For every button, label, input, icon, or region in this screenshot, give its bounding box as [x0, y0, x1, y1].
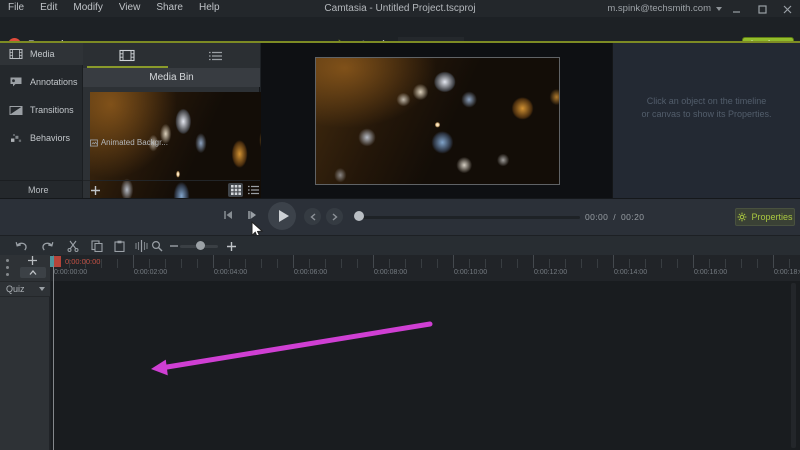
ruler-label: 0:00:08:00: [374, 269, 407, 276]
step-forward-icon: [245, 208, 259, 222]
undo-button[interactable]: [14, 239, 28, 253]
playhead-time-label: 0:00:00:00: [65, 257, 100, 266]
media-panel-footer: [83, 180, 260, 199]
properties-placeholder: Click an object on the timeline or canva…: [613, 95, 800, 121]
canvas-preview[interactable]: [315, 57, 560, 185]
ruler-label: 0:00:12:00: [534, 269, 567, 276]
split-button[interactable]: [134, 239, 148, 253]
split-icon: [135, 240, 148, 252]
top-toolbar: Record 20% Share: [0, 17, 800, 41]
tab-clip-details[interactable]: [172, 43, 261, 68]
ruler-label: 0:00:16:00: [694, 269, 727, 276]
transition-icon: [9, 105, 23, 116]
media-bin-title: Media Bin: [83, 68, 260, 87]
copy-icon: [91, 240, 103, 252]
details-list-icon: [208, 50, 223, 62]
media-bin-panel: Media Bin Animated Backgr...: [83, 43, 260, 198]
list-icon: [248, 185, 259, 195]
playhead-handle[interactable]: [49, 256, 61, 267]
play-icon: [278, 209, 290, 223]
grid-view-button[interactable]: [228, 183, 243, 197]
canvas-area[interactable]: [261, 43, 612, 198]
playhead-line[interactable]: [53, 266, 54, 450]
zoom-out-button[interactable]: [167, 239, 181, 253]
redo-icon: [41, 241, 54, 252]
step-forward-button[interactable]: [245, 208, 259, 222]
ruler-major-ticks: [53, 255, 800, 268]
film-icon: [119, 49, 135, 62]
film-icon: [9, 48, 23, 60]
close-button[interactable]: [781, 4, 793, 14]
quiz-dropdown[interactable]: Quiz: [0, 281, 50, 297]
paste-button[interactable]: [112, 239, 126, 253]
zoom-in-button[interactable]: [224, 239, 238, 253]
ruler-label: 0:00:04:00: [214, 269, 247, 276]
add-track-button[interactable]: [28, 256, 37, 265]
timeline-scrollbar[interactable]: [791, 283, 796, 448]
redo-button[interactable]: [40, 239, 54, 253]
sidebar-item-annotations[interactable]: Annotations: [0, 71, 83, 93]
skip-to-start-button[interactable]: [221, 208, 235, 222]
camtasia-window: File Edit Modify View Share Help Camtasi…: [0, 0, 800, 450]
minimize-button[interactable]: [730, 4, 742, 14]
clipboard-icon: [114, 240, 125, 252]
timeline-ruler[interactable]: 0:00:00:00 0:00:02:00 0:00:04:00 0:00:06…: [0, 255, 800, 281]
sidebar-item-media[interactable]: Media: [0, 43, 83, 65]
playback-scrubber[interactable]: [358, 216, 580, 219]
list-view-button[interactable]: [246, 183, 261, 197]
properties-button[interactable]: Properties: [735, 208, 795, 226]
timeline-zoom-thumb[interactable]: [196, 241, 205, 250]
total-time: 00:20: [621, 212, 644, 222]
gear-icon: [737, 212, 747, 222]
timeline-tracks-area[interactable]: [51, 281, 800, 450]
properties-panel: Click an object on the timeline or canva…: [612, 43, 800, 198]
tools-sidebar: Media Annotations Transitions Behavior: [0, 43, 83, 198]
playback-bar: 00:00 / 00:20 Properties: [0, 198, 800, 235]
collapse-tracks-button[interactable]: [20, 267, 46, 278]
sidebar-item-behaviors[interactable]: Behaviors: [0, 127, 83, 149]
behaviors-icon: [9, 132, 23, 144]
timeline-toolbar: [0, 235, 800, 255]
scissors-icon: [67, 240, 79, 252]
media-panel-tabbar: [83, 43, 260, 68]
scrubber-thumb[interactable]: [354, 211, 364, 221]
zoom-search-icon: [150, 239, 164, 253]
copy-button[interactable]: [90, 239, 104, 253]
current-time: 00:00: [585, 212, 608, 222]
add-media-button[interactable]: [90, 185, 101, 196]
magnifier-icon: [151, 240, 163, 252]
chevron-right-icon: [332, 213, 338, 221]
skip-start-icon: [221, 208, 235, 222]
chevron-down-icon: [716, 7, 722, 11]
account-menu[interactable]: m.spink@techsmith.com: [607, 3, 722, 14]
annotation-icon: [9, 76, 23, 88]
ruler-label: 0:00:14:00: [614, 269, 647, 276]
track-header-column: [0, 297, 50, 450]
play-button[interactable]: [268, 202, 296, 230]
grid-icon: [231, 185, 241, 195]
more-button[interactable]: More: [0, 180, 83, 199]
maximize-button[interactable]: [756, 4, 768, 14]
time-display: 00:00 / 00:20: [585, 212, 644, 222]
previous-frame-button[interactable]: [304, 208, 321, 225]
undo-icon: [15, 241, 28, 252]
sidebar-item-transitions[interactable]: Transitions: [0, 99, 83, 121]
track-options-area: [0, 255, 50, 281]
next-frame-button[interactable]: [326, 208, 343, 225]
preview-video-frame: [316, 58, 559, 184]
ruler-label: 0:00:02:00: [134, 269, 167, 276]
chevron-down-icon: [39, 287, 45, 291]
ruler-label: 0:00:18:00: [774, 269, 800, 276]
ruler-label: 0:00:00:00: [54, 269, 87, 276]
chevron-left-icon: [310, 213, 316, 221]
tab-media-bin[interactable]: [83, 43, 172, 68]
cut-button[interactable]: [66, 239, 80, 253]
ruler-label: 0:00:10:00: [454, 269, 487, 276]
ruler-label: 0:00:06:00: [294, 269, 327, 276]
media-item[interactable]: Animated Backgr...: [90, 138, 168, 147]
account-email: m.spink@techsmith.com: [607, 3, 711, 14]
menu-bar: File Edit Modify View Share Help Camtasi…: [0, 0, 800, 17]
media-type-icon: [90, 139, 98, 147]
